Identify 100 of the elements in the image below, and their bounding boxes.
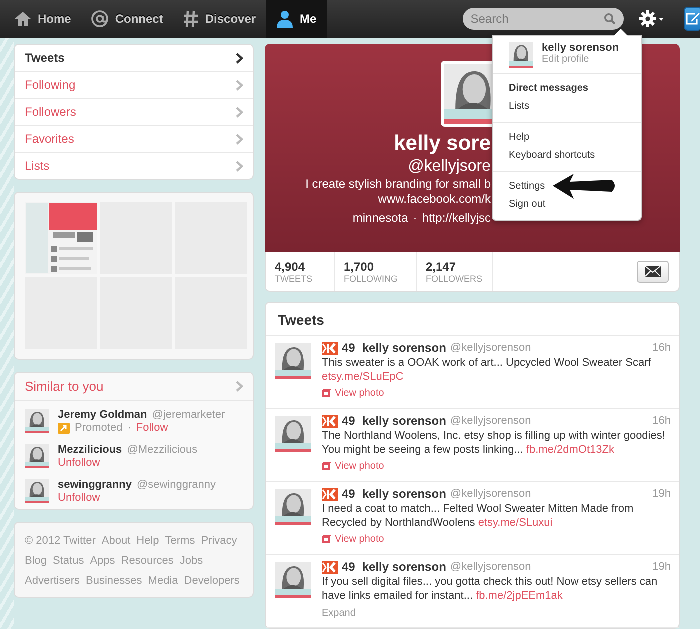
menu-item[interactable]: Help: [493, 129, 641, 147]
user-name[interactable]: sewinggranny: [58, 479, 132, 491]
profile-nav-item[interactable]: Tweets: [15, 45, 253, 72]
nav-tab[interactable]: Connect: [81, 0, 174, 38]
stat-item[interactable]: 4,904 TWEETS: [266, 252, 335, 291]
author-name[interactable]: kelly sorenson: [362, 414, 446, 428]
footer-link[interactable]: Jobs: [180, 551, 204, 571]
at-sign-icon: [91, 10, 110, 28]
stat-label: TWEETS: [275, 274, 314, 284]
footer-link[interactable]: Advertisers: [25, 571, 80, 591]
follow-link[interactable]: Follow: [136, 422, 168, 434]
tweet-time[interactable]: 19h: [652, 561, 671, 573]
score-icon: [322, 342, 338, 354]
search-field[interactable]: Search: [462, 8, 624, 30]
edit-profile-label: Edit profile: [542, 54, 590, 65]
compose-button[interactable]: [684, 7, 700, 31]
author-handle: @kellyjsorenson: [450, 561, 532, 573]
tweets-title: Tweets: [266, 303, 679, 336]
footer-link[interactable]: Businesses: [86, 571, 142, 591]
view-photo-link[interactable]: View photo: [322, 460, 384, 472]
tweet-time[interactable]: 16h: [652, 415, 671, 427]
user-handle: @sewinggranny: [136, 479, 216, 491]
tweet-time[interactable]: 16h: [652, 342, 671, 354]
user-handle: @jeremarketer: [152, 409, 226, 421]
stat-value: 2,147: [426, 260, 458, 274]
profile-nav-item[interactable]: Followers: [15, 99, 253, 126]
profile-website[interactable]: http://kellyjsc: [422, 211, 491, 226]
author-name[interactable]: kelly sorenson: [362, 341, 446, 355]
menu-item[interactable]: Direct messages: [493, 80, 641, 98]
author-handle: @kellyjsorenson: [450, 342, 532, 354]
menu-profile-item[interactable]: kelly sorenson Edit profile: [493, 36, 641, 73]
footer-link[interactable]: Privacy: [201, 531, 238, 551]
profile-handle: @kellyjsore: [407, 157, 491, 177]
stat-label: FOLLOWERS: [426, 274, 483, 284]
footer-link[interactable]: Help: [136, 531, 160, 551]
score-number: 49: [342, 560, 356, 574]
profile-nav-item[interactable]: Favorites: [15, 126, 253, 153]
home-icon: [14, 11, 32, 27]
chevron-icon: [236, 134, 243, 144]
stat-label: FOLLOWING: [344, 274, 400, 284]
footer-link[interactable]: Resources: [121, 551, 174, 571]
score-icon: [322, 560, 338, 574]
author-name[interactable]: kelly sorenson: [362, 487, 446, 501]
profile-bio: I create stylish branding for small b: [304, 177, 491, 192]
score-icon: [322, 414, 338, 428]
follow-link[interactable]: Unfollow: [58, 457, 100, 469]
footer-link[interactable]: About: [102, 531, 131, 551]
follow-link[interactable]: Unfollow: [58, 492, 100, 504]
tweet[interactable]: 49 kelly sorenson @kellyjsorenson 16h This sweater is a OOAK work of art... Upcycled Wool Sweater Scarf etsy.me/SLuEpC View photo: [266, 336, 679, 409]
view-photo-link[interactable]: View photo: [322, 388, 384, 398]
footer-link[interactable]: Terms: [165, 531, 196, 551]
tweet-link[interactable]: fb.me/2jpEEm1ak: [476, 590, 563, 602]
footer-link[interactable]: Status: [53, 551, 84, 571]
author-name[interactable]: kelly sorenson: [362, 560, 446, 574]
user-name[interactable]: Mezzilicious: [58, 444, 122, 456]
suggestions-title[interactable]: Similar to you: [25, 379, 104, 394]
user-name[interactable]: Jeremy Goldman: [58, 409, 148, 421]
search-icon: [604, 13, 616, 25]
compose-icon: [684, 12, 700, 26]
profile-location: minnesota: [352, 211, 408, 226]
envelope-icon: [645, 266, 661, 277]
footer-link[interactable]: Media: [148, 571, 178, 591]
profile-name: kelly sore: [393, 131, 491, 157]
menu-item[interactable]: Keyboard shortcuts: [493, 147, 641, 165]
author-handle: @kellyjsorenson: [450, 488, 532, 500]
promoted-icon: [58, 422, 70, 434]
photo-icon: [322, 389, 331, 397]
profile-link[interactable]: www.facebook.com/k: [378, 192, 491, 206]
tweet-text: If you sell digital files... you gotta check this out! Now etsy sellers can have links emailed for instant... fb.me/2jpEEm1ak: [322, 575, 659, 603]
message-button[interactable]: [637, 260, 669, 282]
stat-item[interactable]: 1,700 FOLLOWING: [335, 252, 417, 291]
tweet[interactable]: 49 kelly sorenson @kellyjsorenson 19h I need a coat to match... Felted Wool Sweater Mitten Made from Recycled by NorthlandWoolens etsy.me/SLuxui View photo: [266, 482, 679, 555]
stat-value: 1,700: [344, 260, 376, 274]
tweet-link[interactable]: etsy.me/SLuEpC: [322, 371, 404, 383]
author-handle: @kellyjsorenson: [450, 415, 532, 427]
view-photo-link[interactable]: View photo: [322, 534, 384, 544]
profile-nav-item[interactable]: Following: [15, 72, 253, 99]
menu-item[interactable]: Settings: [493, 178, 641, 196]
score-number: 49: [342, 487, 356, 501]
nav-tab[interactable]: Home: [4, 0, 82, 38]
footer-link[interactable]: Blog: [25, 551, 48, 571]
menu-item[interactable]: Lists: [493, 98, 641, 116]
nav-tab[interactable]: Me: [266, 0, 327, 38]
nav-tab[interactable]: Discover: [173, 0, 266, 38]
tweet[interactable]: 49 kelly sorenson @kellyjsorenson 16h The Northland Woolens, Inc. etsy shop is filling up with winter goodies! You might be seeing a few posts linking... fb.me/2dmOt13Zk View photo: [266, 409, 679, 482]
score-number: 49: [342, 414, 356, 428]
separator-dot: ·: [413, 211, 418, 226]
photo-icon: [322, 462, 331, 470]
footer-link[interactable]: Apps: [90, 551, 116, 571]
tweet[interactable]: 49 kelly sorenson @kellyjsorenson 19h If you sell digital files... you gotta check this out! Now etsy sellers can have links emailed for instant... fb.me/2jpEEm1ak Expand: [266, 555, 679, 628]
settings-button[interactable]: [638, 10, 665, 28]
expand-link[interactable]: Expand: [322, 608, 356, 619]
chevron-icon: [236, 80, 243, 90]
stat-item[interactable]: 2,147 FOLLOWERS: [417, 252, 493, 291]
menu-item[interactable]: Sign out: [493, 196, 641, 214]
footer-link[interactable]: Developers: [184, 571, 240, 591]
tweet-link[interactable]: fb.me/2dmOt13Zk: [526, 444, 614, 456]
tweet-link[interactable]: etsy.me/SLuxui: [478, 517, 553, 529]
profile-nav-item[interactable]: Lists: [15, 153, 253, 179]
tweet-time[interactable]: 19h: [652, 488, 671, 500]
